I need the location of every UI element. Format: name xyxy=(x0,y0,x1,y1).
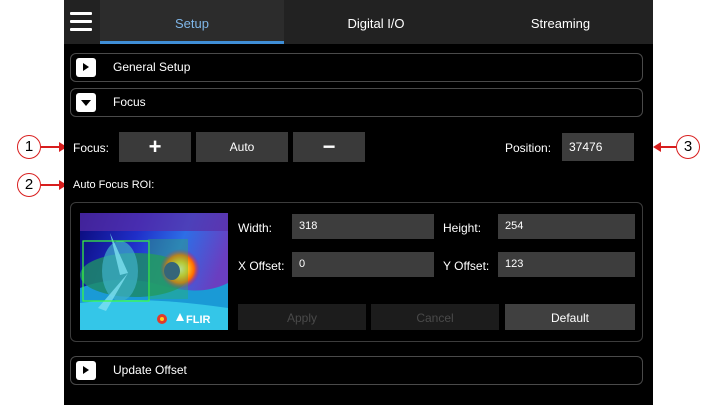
section-label: Update Offset xyxy=(113,363,187,377)
settings-panel: Setup Digital I/O Streaming General Setu… xyxy=(64,0,653,405)
triangle-right-icon xyxy=(83,63,89,71)
position-field[interactable]: 37476 xyxy=(562,133,634,161)
callout-3: 3 xyxy=(676,135,700,159)
section-label: Focus xyxy=(113,95,146,109)
section-general-setup[interactable]: General Setup xyxy=(70,53,643,82)
flir-logo: FLIR xyxy=(186,314,210,326)
height-label: Height: xyxy=(443,221,482,235)
width-field[interactable]: 318 xyxy=(292,214,434,239)
callout-1-arrow xyxy=(41,146,59,148)
focus-minus-button[interactable]: − xyxy=(293,132,365,162)
tab-setup[interactable]: Setup xyxy=(100,0,284,44)
section-focus[interactable]: Focus xyxy=(70,88,643,117)
callout-2-arrow xyxy=(41,184,59,186)
apply-button[interactable]: Apply xyxy=(238,304,366,330)
focus-plus-button[interactable]: + xyxy=(119,132,191,162)
callout-3-arrowhead xyxy=(653,142,661,152)
x-offset-label: X Offset: xyxy=(238,259,285,273)
top-tab-bar: Setup Digital I/O Streaming xyxy=(64,0,653,44)
y-offset-label: Y Offset: xyxy=(443,259,490,273)
callout-3-arrow xyxy=(661,146,676,148)
cancel-button[interactable]: Cancel xyxy=(371,304,499,330)
position-label: Position: xyxy=(505,141,552,155)
default-button[interactable]: Default xyxy=(505,304,635,330)
focus-label: Focus: xyxy=(73,141,110,155)
callout-1: 1 xyxy=(17,135,41,159)
x-offset-field[interactable]: 0 xyxy=(292,252,434,277)
height-field[interactable]: 254 xyxy=(498,214,635,239)
callout-2: 2 xyxy=(17,173,41,197)
triangle-down-icon xyxy=(81,100,91,106)
hamburger-icon[interactable] xyxy=(70,12,92,32)
tab-streaming[interactable]: Streaming xyxy=(468,0,653,44)
tab-digital-io[interactable]: Digital I/O xyxy=(284,0,468,44)
auto-focus-roi-label: Auto Focus ROI: xyxy=(73,179,155,191)
thermal-preview-image[interactable]: FLIR xyxy=(80,213,228,330)
y-offset-field[interactable]: 123 xyxy=(498,252,635,277)
section-label: General Setup xyxy=(113,60,191,74)
expand-toggle[interactable] xyxy=(76,361,96,380)
section-update-offset[interactable]: Update Offset xyxy=(70,356,643,385)
collapse-toggle[interactable] xyxy=(76,93,96,112)
expand-toggle[interactable] xyxy=(76,58,96,77)
triangle-right-icon xyxy=(83,366,89,374)
focus-auto-button[interactable]: Auto xyxy=(196,132,288,162)
width-label: Width: xyxy=(238,221,273,235)
